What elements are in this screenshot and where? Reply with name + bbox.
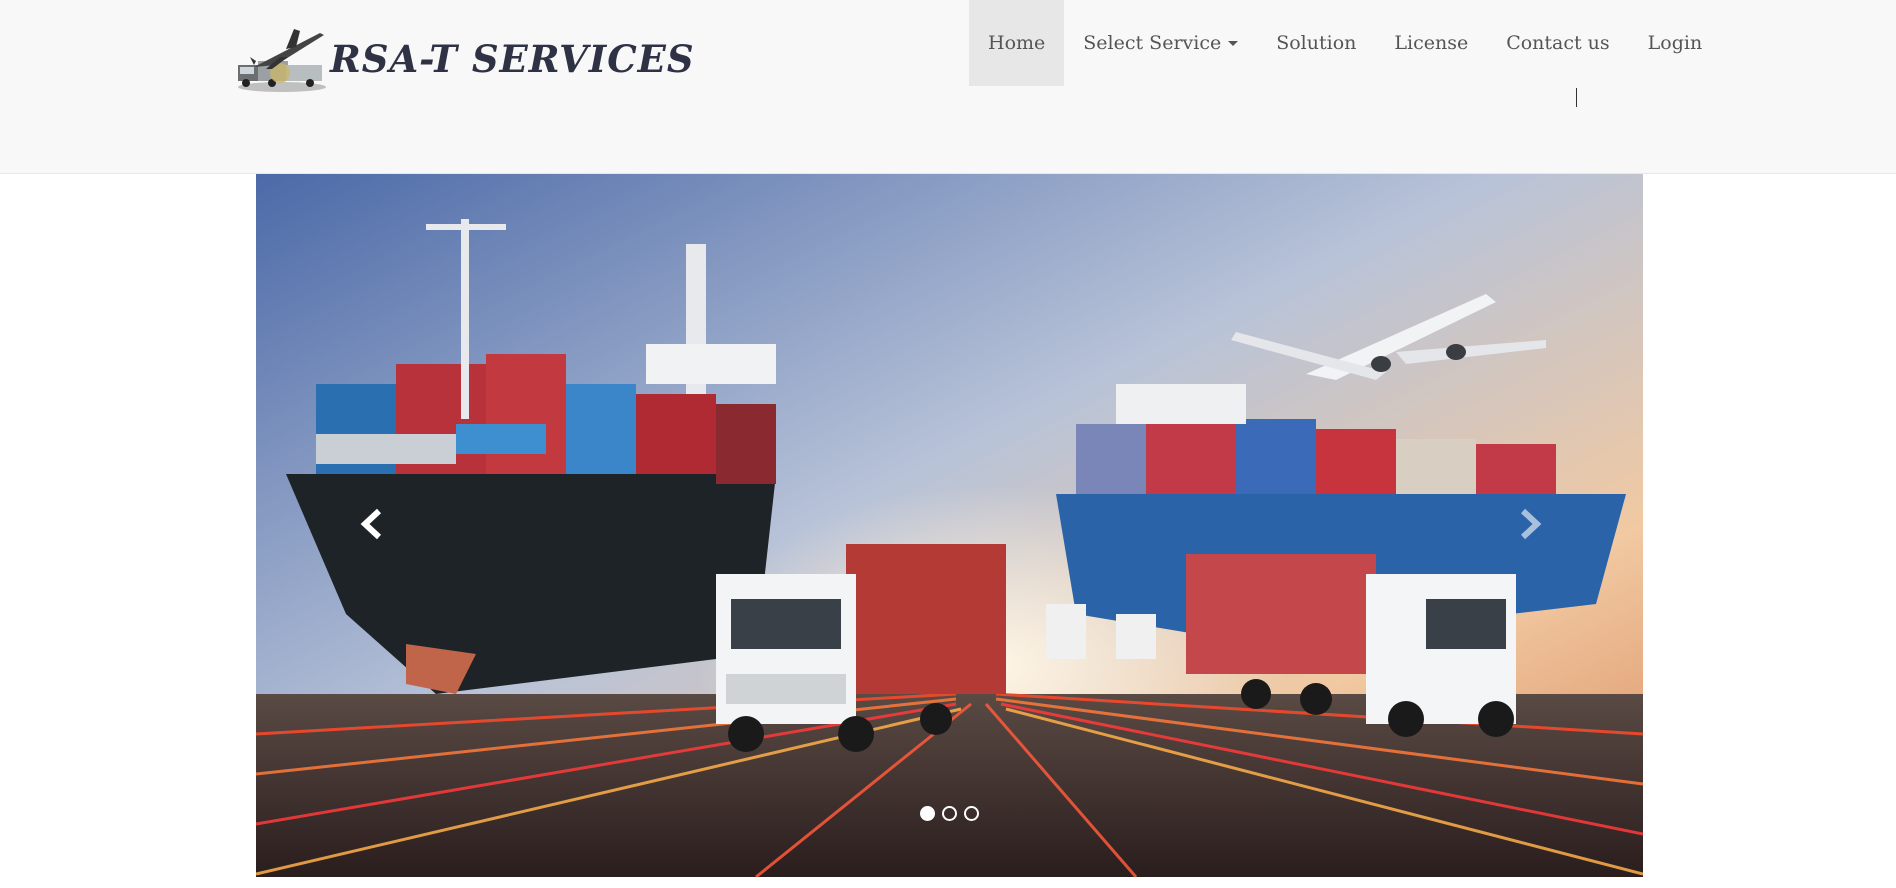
nav-home[interactable]: Home <box>969 0 1065 86</box>
nav-separator <box>1576 88 1577 107</box>
logistics-banner-image <box>256 174 1643 877</box>
nav-contact-us[interactable]: Contact us <box>1487 0 1628 86</box>
nav-license[interactable]: License <box>1375 0 1487 86</box>
brand-name: RSA-T SERVICES <box>330 37 695 81</box>
carousel-prev-control[interactable] <box>326 474 416 574</box>
airplane-truck-logo-icon <box>238 29 326 92</box>
carousel-indicator-2[interactable] <box>942 806 957 821</box>
carousel-indicator-1[interactable] <box>920 806 935 821</box>
nav-solution-label: Solution <box>1276 32 1357 54</box>
nav-login[interactable]: Login <box>1629 0 1722 86</box>
chevron-right-icon <box>1520 508 1542 540</box>
nav-solution[interactable]: Solution <box>1257 0 1375 86</box>
nav-login-label: Login <box>1647 32 1703 54</box>
nav-contact-us-label: Contact us <box>1506 32 1610 54</box>
main-nav: Home Select Service Solution License Con… <box>969 0 1721 86</box>
caret-down-icon <box>1228 40 1239 46</box>
chevron-left-icon <box>360 508 382 540</box>
navbar: RSA-T SERVICES Home Select Service Solut… <box>0 0 1896 174</box>
carousel-indicators <box>256 806 1643 821</box>
hero-carousel <box>256 174 1643 877</box>
nav-select-service-label: Select Service <box>1083 32 1222 54</box>
nav-license-label: License <box>1394 32 1469 54</box>
nav-home-label: Home <box>988 32 1046 54</box>
brand[interactable]: RSA-T SERVICES <box>236 26 695 96</box>
carousel-indicator-3[interactable] <box>964 806 979 821</box>
carousel-next-control[interactable] <box>1486 474 1576 574</box>
nav-select-service-dropdown[interactable]: Select Service <box>1064 0 1257 86</box>
